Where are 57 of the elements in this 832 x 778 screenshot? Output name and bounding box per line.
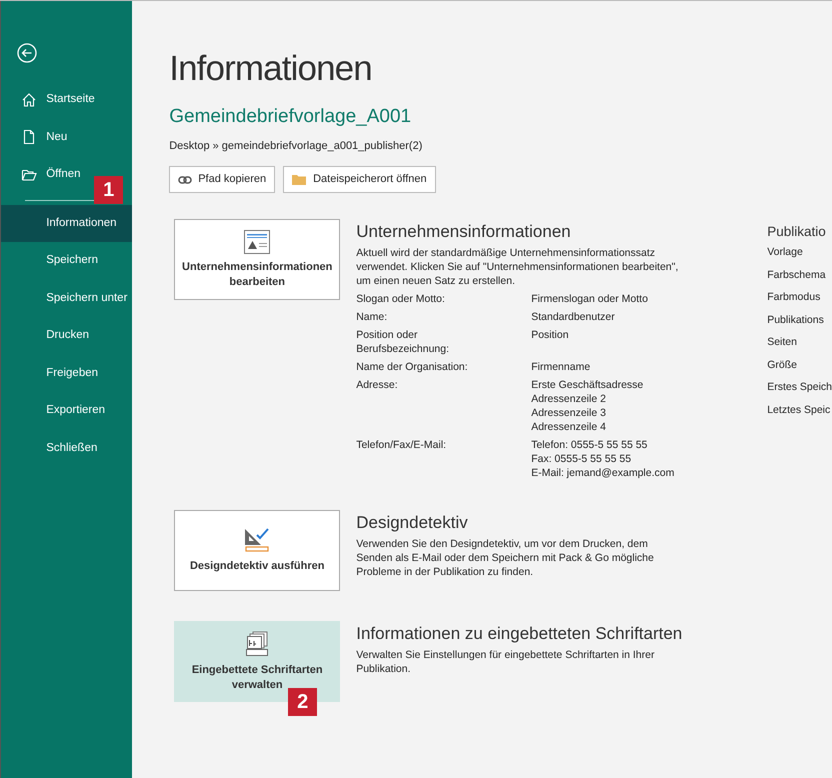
number-badge: 2 (288, 688, 318, 716)
home-icon (21, 92, 38, 108)
section-heading: Designdetektiv (356, 512, 469, 534)
field-label: Name: (356, 310, 388, 324)
path-button[interactable]: Pfad kopieren (169, 166, 276, 193)
sidebar-item[interactable]: Freigeben (1, 354, 132, 392)
page-title: Informationen (169, 48, 373, 90)
property-label: Farbmodus (767, 290, 822, 304)
property-label: Größe (767, 358, 798, 372)
file-path: Desktop » gemeindebriefvorlage_a001_publisher(2) (169, 138, 424, 154)
folder-icon (292, 174, 308, 186)
sidebar-item[interactable]: Neu (1, 118, 132, 156)
field-label: Adresse: (356, 378, 399, 393)
sidebar-item[interactable]: Startseite (1, 81, 132, 118)
property-label: Seiten (767, 335, 798, 350)
field-label: Telefon/Fax/E-Mail: (356, 438, 448, 453)
card-icon (244, 230, 270, 254)
field-value: Erste Geschäftsadresse (531, 378, 644, 392)
number-badge: 1 (94, 176, 124, 204)
property-label: Erstes Speich (767, 380, 832, 394)
property-label: Publikations (767, 312, 825, 327)
field-value: Adressenzeile 3 (531, 406, 607, 420)
field-value: Firmenname (531, 360, 592, 374)
properties-heading: Publikatio (767, 223, 827, 241)
field-value: Position (531, 328, 570, 342)
property-label: Vorlage (767, 245, 804, 260)
section-description: Verwalten Sie Einstellungen für eingebettete Schriftarten in Ihrer Publikation. (356, 648, 656, 676)
sidebar-item[interactable]: Exportieren (1, 392, 132, 430)
set-square-icon (243, 527, 272, 553)
link-icon (178, 174, 192, 184)
back-button[interactable] (15, 41, 40, 65)
section-heading: Unternehmensinformationen (356, 221, 572, 243)
sidebar-item[interactable]: Speichern (1, 242, 132, 280)
path-button[interactable]: Dateispeicherort öffnen (283, 166, 436, 193)
property-label: Farbschema (767, 268, 827, 282)
field-label: Name der Organisation: (356, 360, 469, 374)
field-value: Telefon: 0555-5 55 55 55 (531, 438, 648, 452)
action-button[interactable]: Unternehmensinformationen bearbeiten (174, 219, 340, 300)
field-value: Adressenzeile 2 (531, 392, 607, 406)
field-value: Fax: 0555-5 55 55 55 (531, 452, 632, 466)
font-stack-icon (245, 630, 270, 656)
field-label: Slogan oder Motto: (356, 292, 446, 306)
field-value: Standardbenutzer (531, 310, 616, 324)
section-description: Verwenden Sie den Designdetektiv, um vor dem Drucken, dem Senden als E-Mail oder dem Speichern mit Pack & Go mögliche Probleme in der Publikation zu finden. (356, 537, 655, 579)
sidebar-item[interactable]: Drucken (1, 317, 132, 354)
sidebar-item[interactable]: Schließen (1, 430, 132, 467)
section-heading: Informationen zu eingebetteten Schriftarten (356, 623, 684, 645)
action-button[interactable]: Designdetektiv ausführen (174, 510, 340, 591)
section-description: Aktuell wird der standardmäßige Unternehmensinformationssatz verwendet. Klicken Sie auf "Unternehmensinformationen bearbeiten", um einen neuen Satz zu erstellen. (356, 246, 680, 288)
document-name: Gemeindebriefvorlage_A001 (169, 105, 412, 129)
field-value: E-Mail: jemand@example.com (531, 466, 676, 480)
sidebar-item[interactable]: Informationen (1, 204, 132, 242)
sidebar-item[interactable]: Speichern unter (1, 280, 132, 317)
field-value: Firmenslogan oder Motto (531, 292, 649, 306)
field-value: Adressenzeile 4 (531, 420, 607, 434)
property-label: Letztes Speic (767, 402, 832, 417)
field-label: Position oder Berufsbezeichnung: (356, 328, 450, 356)
